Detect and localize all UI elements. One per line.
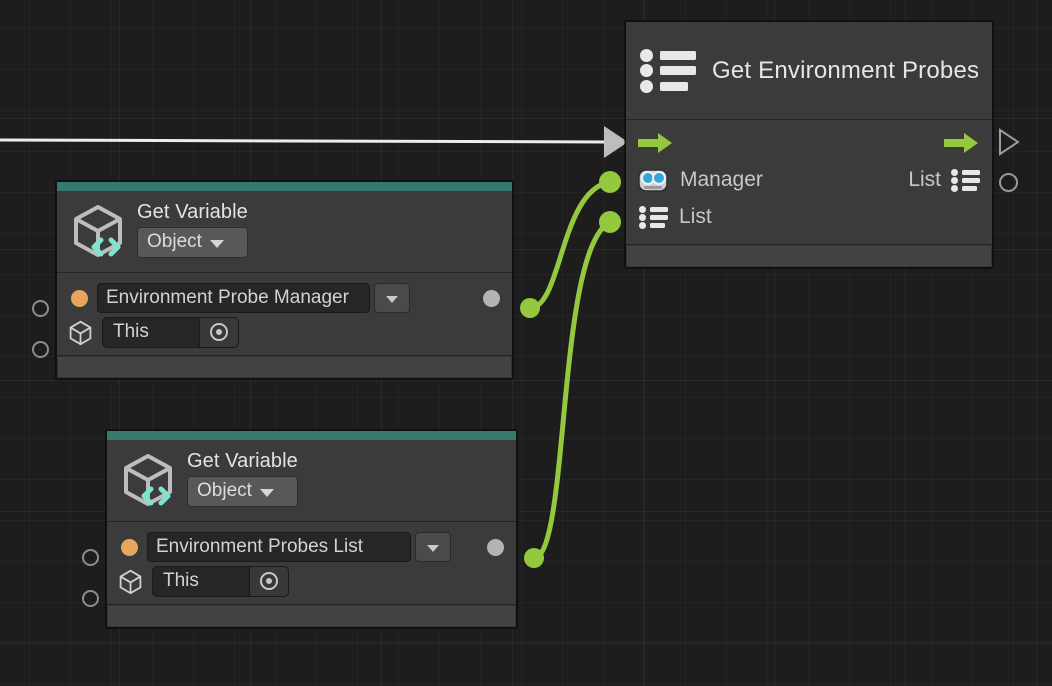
value-output-port[interactable]: [999, 173, 1018, 192]
node-footer: [107, 604, 516, 627]
port-row-list[interactable]: List: [638, 200, 980, 234]
input-label-manager: Manager: [680, 168, 763, 192]
variable-output-port[interactable]: [483, 290, 500, 307]
value-connection-list: [524, 211, 621, 568]
variable-name-dropdown-button[interactable]: [374, 283, 410, 313]
input-port-variable-name-2[interactable]: [82, 549, 99, 566]
node-footer: [57, 355, 512, 378]
node-get-variable-probes-list[interactable]: Get Variable Object Environment Probes L…: [106, 430, 517, 628]
source-field[interactable]: This: [152, 566, 289, 597]
source-value: This: [153, 570, 249, 592]
object-picker-icon[interactable]: [249, 567, 288, 596]
enter-flow-arrow-icon[interactable]: [638, 132, 674, 154]
graph-canvas[interactable]: Get Environment Probes Ma: [0, 0, 1052, 686]
input-port-source-1[interactable]: [32, 341, 49, 358]
node-title: Get Variable: [187, 450, 298, 472]
chevron-down-icon: [386, 296, 398, 303]
variable-name-row: Environment Probe Manager: [67, 281, 502, 315]
port-row-manager[interactable]: Manager List: [638, 160, 980, 200]
variable-kind-value: Object: [197, 479, 252, 503]
node-accent-bar: [107, 431, 516, 440]
object-variable-cube-icon: [117, 449, 179, 511]
node-get-variable-manager[interactable]: Get Variable Object Environment Probe Ma…: [56, 181, 513, 379]
source-field[interactable]: This: [102, 317, 239, 348]
main-node-footer: [626, 244, 992, 267]
value-connection-manager: [520, 171, 621, 318]
list-icon: [639, 206, 668, 229]
variable-name-row: Environment Probes List: [117, 530, 506, 564]
manager-robot-icon: [638, 167, 668, 193]
node-get-environment-probes[interactable]: Get Environment Probes Ma: [625, 21, 993, 268]
variable-kind-value: Object: [147, 230, 202, 254]
game-object-cube-icon: [117, 568, 144, 595]
flow-output-port[interactable]: [998, 128, 1024, 158]
variable-kind-dropdown[interactable]: Object: [137, 227, 248, 258]
node-body: Environment Probe Manager This: [57, 273, 512, 355]
list-icon: [951, 169, 980, 192]
value-type-dot-icon: [121, 539, 138, 556]
main-node-body: Manager List: [626, 120, 992, 244]
chevron-down-icon: [427, 545, 439, 552]
main-node-header[interactable]: Get Environment Probes: [626, 22, 992, 120]
value-type-dot-icon: [71, 290, 88, 307]
game-object-cube-icon: [67, 319, 94, 346]
variable-name-input[interactable]: Environment Probes List: [147, 532, 411, 562]
variable-name-input[interactable]: Environment Probe Manager: [97, 283, 370, 313]
flow-connection-white: [0, 126, 628, 158]
object-variable-cube-icon: [67, 200, 129, 262]
node-accent-bar: [57, 182, 512, 191]
node-header[interactable]: Get Variable Object: [57, 191, 512, 273]
node-body: Environment Probes List This: [107, 522, 516, 604]
variable-output-port[interactable]: [487, 539, 504, 556]
node-title: Get Variable: [137, 201, 248, 223]
source-row: This: [117, 564, 506, 598]
main-node-title: Get Environment Probes: [712, 57, 979, 85]
exit-flow-arrow-icon[interactable]: [944, 132, 980, 154]
list-icon: [640, 49, 696, 93]
variable-name-dropdown-button[interactable]: [415, 532, 451, 562]
output-label-list: List: [908, 168, 941, 192]
node-header[interactable]: Get Variable Object: [107, 440, 516, 522]
input-port-source-2[interactable]: [82, 590, 99, 607]
chevron-down-icon: [210, 240, 224, 248]
input-port-variable-name-1[interactable]: [32, 300, 49, 317]
input-label-list: List: [679, 205, 712, 229]
source-row: This: [67, 315, 502, 349]
variable-kind-dropdown[interactable]: Object: [187, 476, 298, 507]
source-value: This: [103, 321, 199, 343]
flow-row: [638, 126, 980, 160]
chevron-down-icon: [260, 489, 274, 497]
object-picker-icon[interactable]: [199, 318, 238, 347]
